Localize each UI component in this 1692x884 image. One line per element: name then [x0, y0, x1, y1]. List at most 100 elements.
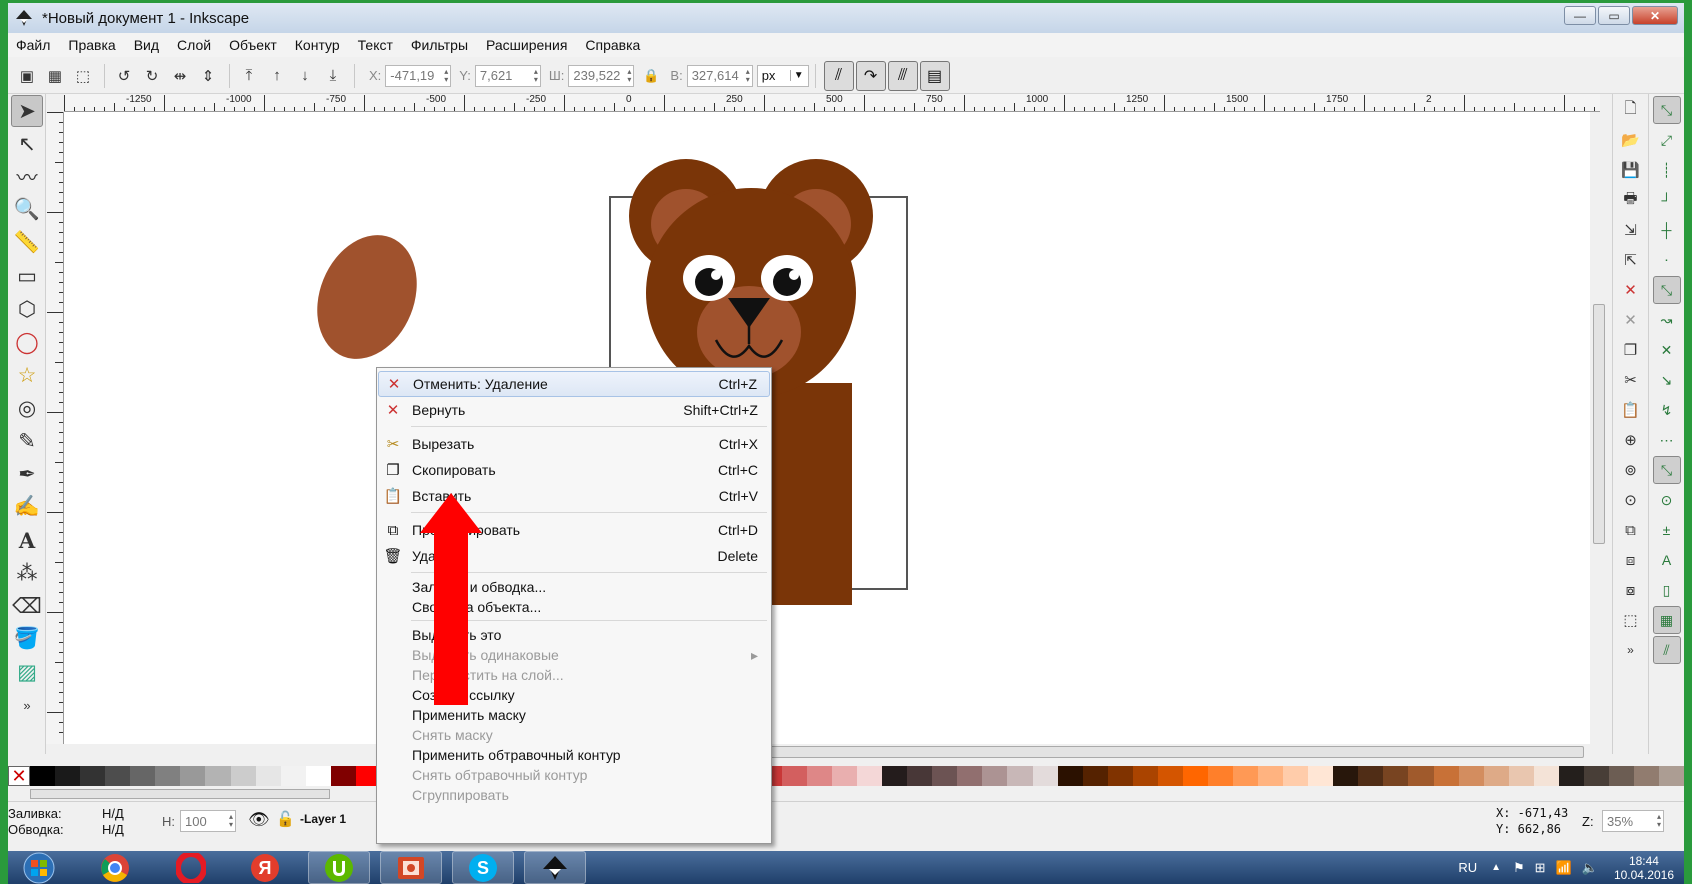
layer-visibility-icon[interactable]: 👁 [248, 810, 270, 830]
menu-item[interactable]: Вид [134, 37, 159, 53]
layer-lock-icon[interactable]: 🔓 [276, 810, 295, 828]
save-icon[interactable]: 💾 [1617, 156, 1645, 184]
snap-smooth-icon[interactable]: ↯ [1653, 396, 1681, 424]
tweak-tool-icon[interactable]: 〰 [11, 161, 43, 193]
node-tool-icon[interactable]: ↖ [11, 128, 43, 160]
move-patterns-icon[interactable]: ▤ [919, 60, 950, 91]
horizontal-scrollbar[interactable] [64, 744, 1590, 760]
context-menu-item[interactable]: ✕ Вернуть Shift+Ctrl+Z [378, 397, 770, 423]
ellipse-tool-icon[interactable]: ◯ [11, 326, 43, 358]
color-swatch[interactable] [1533, 766, 1559, 786]
inkscape-taskbar-icon[interactable] [524, 851, 586, 884]
gradient-tool-icon[interactable]: ▨ [11, 656, 43, 688]
color-swatch[interactable] [1308, 766, 1334, 786]
utorrent-taskbar-icon[interactable] [308, 851, 370, 884]
color-swatch[interactable] [982, 766, 1008, 786]
zoom-tool-icon[interactable]: 🔍 [11, 194, 43, 226]
color-swatch[interactable] [832, 766, 858, 786]
flip-horizontal-icon[interactable]: ⇹ [167, 63, 193, 89]
snap-centers-icon[interactable]: ⊙ [1653, 486, 1681, 514]
3d-box-tool-icon[interactable]: ⬡ [11, 293, 43, 325]
eraser-tool-icon[interactable]: ⌫ [11, 590, 43, 622]
color-swatch[interactable] [1358, 766, 1384, 786]
color-swatch[interactable] [280, 766, 306, 786]
snap-others-icon[interactable]: ⤡ [1652, 456, 1681, 484]
color-swatch[interactable] [1107, 766, 1133, 786]
color-swatch[interactable] [305, 766, 331, 786]
clock[interactable]: 18:44 10.04.2016 [1614, 854, 1674, 882]
color-swatch[interactable] [1458, 766, 1484, 786]
rotate-ccw-icon[interactable]: ↺ [111, 63, 137, 89]
color-swatch[interactable] [80, 766, 106, 786]
color-swatch[interactable] [1233, 766, 1259, 786]
context-menu-item[interactable]: ✕ Отменить: Удаление Ctrl+Z [378, 371, 770, 397]
copy-icon[interactable]: ❐ [1617, 336, 1645, 364]
width-field[interactable]: 239,522 ▴ ▾ [568, 64, 635, 87]
menu-item[interactable]: Фильтры [411, 37, 468, 53]
opacity-field[interactable]: 100 ▴ ▾ [180, 810, 236, 832]
color-swatch[interactable] [1608, 766, 1634, 786]
redo-icon[interactable]: ✕ [1617, 306, 1645, 334]
yandex-taskbar-icon[interactable]: Я [234, 851, 296, 884]
fill-value[interactable]: Н/Д [102, 806, 124, 821]
color-swatch[interactable] [1558, 766, 1584, 786]
bucket-tool-icon[interactable]: 🪣 [11, 623, 43, 655]
group-icon[interactable]: ⬚ [1617, 606, 1645, 634]
color-swatch[interactable] [55, 766, 81, 786]
lock-icon[interactable]: 🔒 [640, 65, 662, 87]
calligraphy-tool-icon[interactable]: ✍ [11, 491, 43, 523]
color-swatch[interactable] [1082, 766, 1108, 786]
close-button[interactable]: ✕ [1632, 6, 1678, 25]
menu-item[interactable]: Объект [229, 37, 277, 53]
paste-icon[interactable]: 📋 [1617, 396, 1645, 424]
clone-icon[interactable]: ⧈ [1617, 546, 1645, 574]
new-document-icon[interactable]: 🗋 [1617, 96, 1645, 124]
color-swatch[interactable] [1433, 766, 1459, 786]
menu-item[interactable]: Расширения [486, 37, 567, 53]
menu-item[interactable]: Слой [177, 37, 211, 53]
raise-to-top-icon[interactable]: ⤒ [236, 63, 262, 89]
menu-item[interactable]: Правка [68, 37, 115, 53]
open-icon[interactable]: 📂 [1617, 126, 1645, 154]
selector-tool-icon[interactable]: ➤ [11, 95, 43, 127]
lower-to-bottom-icon[interactable]: ⤓ [320, 63, 346, 89]
rectangle-tool-icon[interactable]: ▭ [11, 260, 43, 292]
color-swatch[interactable] [957, 766, 983, 786]
x-field[interactable]: -471,19 ▴ ▾ [385, 64, 452, 87]
color-swatch[interactable] [1132, 766, 1158, 786]
color-swatch[interactable] [130, 766, 156, 786]
snap-bbox-icon[interactable]: ⤢ [1653, 126, 1681, 154]
raise-icon[interactable]: ↑ [264, 63, 290, 89]
scale-corners-icon[interactable]: ↷ [855, 60, 886, 91]
color-swatch[interactable] [1207, 766, 1233, 786]
snap-bbox-midpoint-icon[interactable]: ┼ [1653, 216, 1681, 244]
action-center-icon[interactable]: ⚑ [1513, 860, 1525, 876]
zoom-selection-icon[interactable]: ⊕ [1617, 426, 1645, 454]
color-swatch[interactable] [882, 766, 908, 786]
context-menu-item[interactable]: Применить обтравочный контур [378, 745, 770, 765]
color-swatch[interactable] [1634, 766, 1660, 786]
color-swatch[interactable] [907, 766, 933, 786]
color-swatch[interactable] [1508, 766, 1534, 786]
color-swatch[interactable] [932, 766, 958, 786]
select-all-icon[interactable]: ▣ [14, 63, 40, 89]
context-menu-item[interactable]: ❐ Скопировать Ctrl+C [378, 457, 770, 483]
vertical-scrollbar[interactable] [1590, 112, 1608, 744]
text-tool-icon[interactable]: A [11, 524, 43, 556]
move-gradients-icon[interactable]: ⫻ [887, 60, 918, 91]
flip-vertical-icon[interactable]: ⇕ [195, 63, 221, 89]
color-swatch[interactable] [1583, 766, 1609, 786]
color-swatch[interactable] [1283, 766, 1309, 786]
snap-grid-icon[interactable]: ▦ [1652, 606, 1681, 634]
start-button[interactable] [8, 851, 70, 884]
snap-midpoints-icon[interactable]: ⋯ [1653, 426, 1681, 454]
color-swatch[interactable] [155, 766, 181, 786]
no-paint-swatch[interactable]: ✕ [8, 766, 30, 786]
pen-tool-icon[interactable]: ✒ [11, 458, 43, 490]
menu-item[interactable]: Файл [16, 37, 50, 53]
export-icon[interactable]: ⇱ [1617, 246, 1645, 274]
layer-selector[interactable]: -Layer 1 [300, 812, 346, 826]
import-icon[interactable]: ⇲ [1617, 216, 1645, 244]
snap-bbox-center-icon[interactable]: ⋅ [1653, 246, 1681, 274]
title-bar[interactable]: *Новый документ 1 - Inkscape — ▭ ✕ [8, 3, 1684, 33]
